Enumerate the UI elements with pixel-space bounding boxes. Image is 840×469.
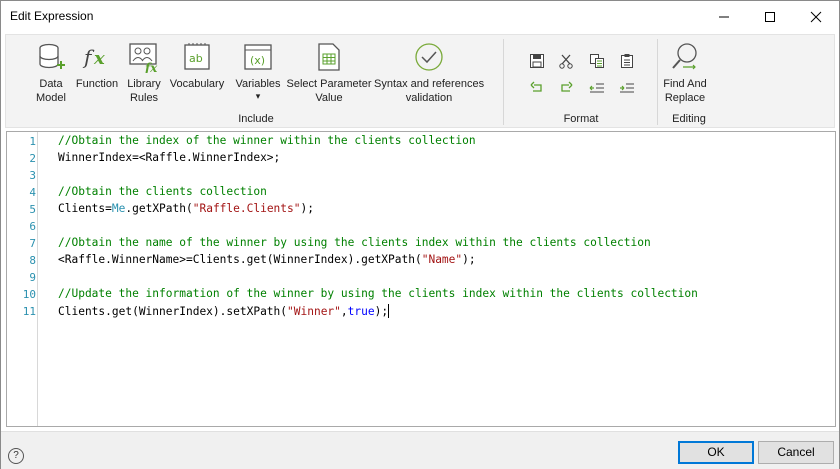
data-model-button[interactable]: Data Model: [28, 41, 74, 105]
function-fx-icon: f x: [82, 45, 105, 69]
edit-expression-dialog: Edit Expression Data Model f x Function …: [0, 0, 840, 469]
code-line: Clients.get(WinnerIndex).setXPath("Winne…: [58, 304, 390, 318]
minimize-icon: [719, 16, 729, 18]
parameter-table-icon: [318, 43, 340, 71]
cancel-button[interactable]: Cancel: [758, 441, 834, 464]
check-circle-icon: [415, 43, 443, 71]
line-number: 10: [22, 288, 36, 301]
chevron-down-icon: ▾: [255, 91, 261, 101]
svg-text:ab: ab: [189, 52, 203, 65]
code-line: <Raffle.WinnerName>=Clients.get(WinnerIn…: [58, 253, 476, 266]
maximize-icon: [765, 12, 775, 22]
library-rules-icon: fx: [129, 43, 158, 73]
function-button[interactable]: f x Function: [74, 41, 120, 91]
svg-text:(x): (x): [250, 54, 265, 67]
find-and-replace-button[interactable]: Find And Replace: [658, 41, 712, 105]
line-number: 5: [29, 203, 36, 216]
line-number: 4: [29, 186, 36, 199]
text-caret: [388, 304, 390, 318]
window-title: Edit Expression: [10, 9, 94, 23]
library-rules-button[interactable]: fx Library Rules: [122, 41, 166, 105]
code-line: //Obtain the name of the winner by using…: [58, 236, 651, 249]
syntax-validation-button[interactable]: Syntax and references validation: [374, 41, 484, 105]
indent-icon[interactable]: [619, 80, 635, 96]
close-button[interactable]: [793, 1, 839, 33]
select-parameter-value-button[interactable]: Select Parameter Value: [286, 41, 372, 105]
svg-text:fx: fx: [144, 61, 158, 73]
variables-button[interactable]: (x) Variables ▾: [232, 41, 284, 101]
redo-icon[interactable]: [558, 80, 574, 96]
line-number: 1: [29, 135, 36, 148]
minimize-button[interactable]: [701, 1, 747, 33]
paste-icon[interactable]: [619, 53, 635, 69]
title-bar: Edit Expression: [1, 1, 839, 33]
editing-group-label: Editing: [672, 113, 706, 125]
ribbon: Data Model f x Function fx Library Rules: [5, 34, 835, 128]
line-number: 8: [29, 254, 36, 267]
maximize-button[interactable]: [747, 1, 793, 33]
dialog-footer: ? OK Cancel: [1, 431, 839, 469]
separator: [503, 39, 504, 125]
undo-icon[interactable]: [529, 80, 545, 96]
line-number-gutter: 1 2 3 4 5 6 7 8 9 10 11: [7, 132, 38, 426]
save-icon[interactable]: [529, 53, 545, 69]
code-line: //Obtain the clients collection: [58, 185, 267, 198]
vocabulary-icon: ab: [184, 43, 210, 70]
include-group-label: Include: [238, 113, 274, 125]
variables-icon: (x): [244, 44, 272, 70]
line-number: 6: [29, 220, 36, 233]
cut-icon[interactable]: [558, 53, 574, 69]
code-line: //Update the information of the winner b…: [58, 287, 698, 300]
code-line: WinnerIndex=<Raffle.WinnerIndex>;: [58, 151, 281, 164]
find-replace-icon: [672, 43, 697, 70]
outdent-icon[interactable]: [589, 80, 605, 96]
code-line: //Obtain the index of the winner within …: [58, 134, 476, 147]
line-number: 9: [29, 271, 36, 284]
code-line: Clients=Me.getXPath("Raffle.Clients");: [58, 202, 314, 215]
close-icon: [810, 11, 822, 23]
copy-icon[interactable]: [589, 53, 605, 69]
line-number: 7: [29, 237, 36, 250]
svg-text:x: x: [93, 48, 105, 69]
line-number: 2: [29, 152, 36, 165]
line-number: 3: [29, 169, 36, 182]
help-icon[interactable]: ?: [8, 448, 24, 464]
ok-button[interactable]: OK: [678, 441, 754, 464]
database-icon: [39, 43, 65, 69]
line-number: 11: [22, 305, 36, 318]
code-editor[interactable]: 1 2 3 4 5 6 7 8 9 10 11 //Obtain the ind…: [6, 131, 836, 427]
format-group-label: Format: [563, 113, 599, 125]
vocabulary-button[interactable]: ab Vocabulary: [168, 41, 226, 91]
